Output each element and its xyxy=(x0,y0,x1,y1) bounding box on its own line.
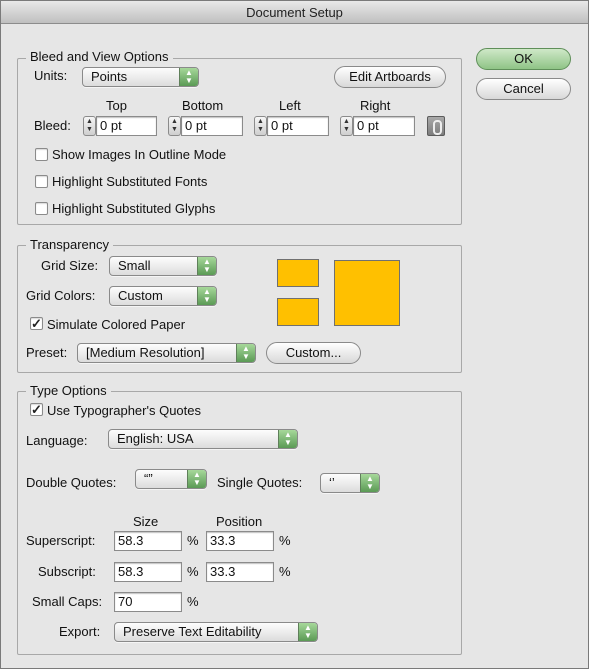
grid-size-label: Grid Size: xyxy=(41,258,99,273)
grid-color-swatch-light[interactable] xyxy=(277,259,319,287)
custom-button[interactable]: Custom... xyxy=(266,342,361,364)
percent-label: % xyxy=(279,533,291,548)
simulate-paper-checkbox[interactable]: ✓ xyxy=(30,317,43,330)
use-quotes-checkbox[interactable]: ✓ xyxy=(30,403,43,416)
use-quotes-label: Use Typographer's Quotes xyxy=(47,403,201,418)
transparency-group-title: Transparency xyxy=(26,237,113,252)
preset-dropdown[interactable]: [Medium Resolution] ▲ ▼ xyxy=(77,343,256,363)
bleed-top-stepper[interactable]: ▲ ▼ xyxy=(83,116,96,136)
bleed-label: Bleed: xyxy=(34,118,71,133)
preset-label: Preset: xyxy=(26,345,68,360)
units-label: Units: xyxy=(34,68,68,83)
double-quotes-label: Double Quotes: xyxy=(26,475,117,490)
small-caps-input[interactable]: 70 xyxy=(114,592,182,612)
highlight-glyphs-label: Highlight Substituted Glyphs xyxy=(52,201,216,216)
single-quotes-value: ‘’ xyxy=(329,475,335,490)
document-setup-dialog: Document Setup OK Cancel Bleed and View … xyxy=(0,0,589,669)
units-dropdown[interactable]: Points ▲ ▼ xyxy=(82,67,199,87)
popup-arrows-icon: ▲ ▼ xyxy=(278,430,297,448)
subscript-size-input[interactable]: 58.3 xyxy=(114,562,182,582)
paper-preview-swatch xyxy=(334,260,400,326)
popup-arrows-icon: ▲ ▼ xyxy=(179,68,198,86)
subscript-label: Subscript: xyxy=(38,564,96,579)
edit-artboards-button[interactable]: Edit Artboards xyxy=(334,66,446,88)
ok-button[interactable]: OK xyxy=(476,48,571,70)
bleed-bottom-stepper[interactable]: ▲ ▼ xyxy=(168,116,181,136)
grid-colors-value: Custom xyxy=(118,288,163,303)
popup-arrows-icon: ▲ ▼ xyxy=(197,257,216,275)
superscript-position-input[interactable]: 33.3 xyxy=(206,531,274,551)
bleed-right-label: Right xyxy=(360,98,391,113)
language-label: Language: xyxy=(26,433,88,448)
highlight-fonts-checkbox[interactable] xyxy=(35,175,48,188)
bleed-right-input[interactable]: 0 pt xyxy=(353,116,415,136)
bleed-left-input[interactable]: 0 pt xyxy=(267,116,329,136)
grid-colors-dropdown[interactable]: Custom ▲ ▼ xyxy=(109,286,217,306)
percent-label: % xyxy=(279,564,291,579)
export-dropdown[interactable]: Preserve Text Editability ▲ ▼ xyxy=(114,622,318,642)
checkmark-icon: ✓ xyxy=(31,316,42,331)
export-value: Preserve Text Editability xyxy=(123,624,262,639)
bleed-right-stepper[interactable]: ▲ ▼ xyxy=(340,116,353,136)
percent-label: % xyxy=(187,594,199,609)
bleed-left-stepper[interactable]: ▲ ▼ xyxy=(254,116,267,136)
bleed-left-label: Left xyxy=(279,98,301,113)
bleed-bottom-input[interactable]: 0 pt xyxy=(181,116,243,136)
superscript-label: Superscript: xyxy=(26,533,96,548)
export-label: Export: xyxy=(59,624,101,639)
preset-value: [Medium Resolution] xyxy=(86,345,205,360)
highlight-fonts-label: Highlight Substituted Fonts xyxy=(52,174,208,189)
double-quotes-value: “” xyxy=(144,471,153,486)
link-bleed-icon[interactable] xyxy=(427,116,445,136)
double-quotes-dropdown[interactable]: “” ▲ ▼ xyxy=(135,469,207,489)
units-value: Points xyxy=(91,69,128,84)
popup-arrows-icon: ▲ ▼ xyxy=(298,623,317,641)
subscript-position-input[interactable]: 33.3 xyxy=(206,562,274,582)
show-images-outline-checkbox[interactable] xyxy=(35,148,48,161)
single-quotes-label: Single Quotes: xyxy=(217,475,303,490)
checkmark-icon: ✓ xyxy=(31,402,42,417)
cancel-button[interactable]: Cancel xyxy=(476,78,571,100)
small-caps-label: Small Caps: xyxy=(32,594,103,609)
grid-color-swatch-dark[interactable] xyxy=(277,298,319,326)
popup-arrows-icon: ▲ ▼ xyxy=(236,344,255,362)
popup-arrows-icon: ▲ ▼ xyxy=(360,474,379,492)
bleed-top-input[interactable]: 0 pt xyxy=(96,116,157,136)
type-options-group-title: Type Options xyxy=(26,383,111,398)
grid-colors-label: Grid Colors: xyxy=(26,288,96,303)
bleed-bottom-label: Bottom xyxy=(182,98,224,113)
percent-label: % xyxy=(187,533,199,548)
language-dropdown[interactable]: English: USA ▲ ▼ xyxy=(108,429,298,449)
superscript-size-input[interactable]: 58.3 xyxy=(114,531,182,551)
popup-arrows-icon: ▲ ▼ xyxy=(197,287,216,305)
simulate-paper-label: Simulate Colored Paper xyxy=(47,317,186,332)
show-images-outline-label: Show Images In Outline Mode xyxy=(52,147,227,162)
size-header: Size xyxy=(133,514,159,529)
single-quotes-dropdown[interactable]: ‘’ ▲ ▼ xyxy=(320,473,380,493)
position-header: Position xyxy=(216,514,263,529)
highlight-glyphs-checkbox[interactable] xyxy=(35,202,48,215)
language-value: English: USA xyxy=(117,431,194,446)
popup-arrows-icon: ▲ ▼ xyxy=(187,470,206,488)
window-title: Document Setup xyxy=(1,1,588,24)
bleed-top-label: Top xyxy=(106,98,127,113)
grid-size-dropdown[interactable]: Small ▲ ▼ xyxy=(109,256,217,276)
bleed-view-group-title: Bleed and View Options xyxy=(26,49,173,64)
grid-size-value: Small xyxy=(118,258,151,273)
percent-label: % xyxy=(187,564,199,579)
